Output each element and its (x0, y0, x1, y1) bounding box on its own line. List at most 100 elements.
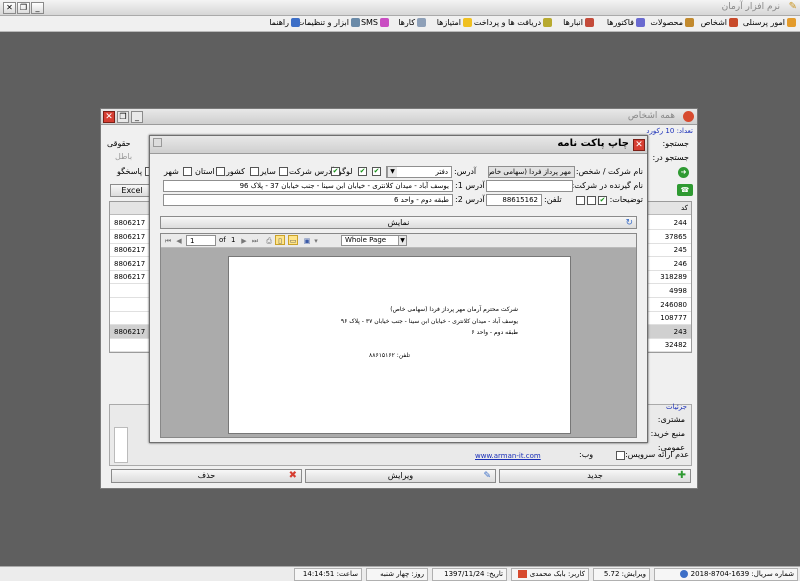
phone-field[interactable]: 88615162 (486, 194, 542, 206)
print-icon[interactable]: ⎙ (264, 236, 274, 246)
menu-label: اشخاص (700, 18, 727, 27)
menu-sms[interactable]: SMS (361, 18, 389, 27)
main-menu-bar: امور پرسنلی اشخاص محصولات فاکتورها انبار… (0, 16, 800, 32)
user-icon (517, 570, 527, 578)
no-service-checkbox[interactable] (616, 451, 625, 460)
people-close-button[interactable]: ✕ (103, 111, 115, 123)
refresh-icon: ↻ (625, 218, 633, 228)
phone-icon[interactable]: ☎ (677, 184, 693, 196)
menu-help[interactable]: راهنما (269, 18, 300, 27)
province-checkbox[interactable] (216, 167, 225, 176)
zoom-chevron-icon[interactable]: ▼ (398, 236, 406, 245)
province-label: استان (195, 167, 215, 176)
phone-cell: 8806217 (114, 327, 146, 336)
company-field[interactable]: مهر پرداز فردا (سهامی خاص) (488, 166, 575, 178)
menu-payments[interactable]: دریافت ها و پرداخت ها (465, 18, 552, 27)
prev-page-icon[interactable]: ◀ (174, 236, 184, 246)
menu-label: امور پرسنلی (742, 18, 785, 27)
minimize-window-button[interactable]: _ (31, 2, 44, 14)
envelope-dialog: چاپ پاکت نامه ✕ نام شرکت / شخص: مهر پردا… (149, 135, 648, 443)
menu-people[interactable]: اشخاص (701, 18, 738, 27)
edit-label: ویرایش (387, 471, 414, 480)
menu-warehouses[interactable]: انبارها (563, 18, 594, 27)
phone-cell: 8806217 (114, 219, 146, 227)
zoom-value: Whole Page (345, 236, 387, 244)
code-cell: 108777 (660, 314, 687, 323)
code-cell: 245 (673, 246, 687, 255)
envelope-dialog-title-bar: چاپ پاکت نامه ✕ (150, 136, 647, 154)
people-restore-button[interactable]: ❐ (117, 111, 129, 123)
search-in-label: جستجو در: (652, 153, 689, 162)
logo-label: لوگو (338, 167, 353, 176)
website-link[interactable]: www.arman-it.com (475, 452, 541, 460)
web-label: وب: (579, 450, 594, 459)
restore-window-button[interactable]: ❐ (17, 2, 30, 14)
other-checkbox[interactable] (279, 167, 288, 176)
notes-checkbox-1[interactable]: ✔ (598, 196, 607, 205)
responder-label: پاسخگو (117, 167, 143, 176)
show-button[interactable]: نمایش ↻ (160, 216, 637, 229)
notes-checkbox-2[interactable] (587, 196, 596, 205)
phone-cell: 8806217 (114, 273, 146, 282)
app-title: نرم افزار آرمان (721, 2, 780, 12)
day-text: روز: چهار شنبه (380, 570, 424, 578)
notes-checkbox-3[interactable] (576, 196, 585, 205)
help-icon (291, 18, 300, 27)
delete-button[interactable]: حذف ✖ (111, 469, 302, 483)
address2-field[interactable]: طبقه دوم - واحد 6 (163, 194, 453, 206)
page-total-label: 1 (231, 236, 236, 244)
envelope-close-button[interactable]: ✕ (633, 139, 645, 151)
report-viewer: ⏮ ◀ 1 of 1 ▶ ⏭ ⎙ ▯ ▭ ▣ ▾ Whole Page ▼ شر… (160, 233, 637, 438)
zoom-select[interactable]: Whole Page ▼ (341, 235, 407, 246)
last-page-icon[interactable]: ⏭ (250, 236, 260, 246)
chevron-down-icon[interactable]: ▼ (387, 167, 397, 177)
notes-scrollbar[interactable] (114, 427, 128, 463)
recipient-field[interactable] (486, 180, 573, 192)
city-checkbox[interactable] (183, 167, 192, 176)
next-page-icon[interactable]: ▶ (239, 236, 249, 246)
page-setup-icon[interactable]: ▭ (288, 235, 298, 245)
address-checkbox[interactable]: ✔ (372, 167, 381, 176)
menu-label: ابزار و تنظیمات (296, 18, 349, 27)
date-status: تاریخ: 1397/11/24 (432, 568, 507, 581)
new-button[interactable]: جدید ✚ (499, 469, 691, 483)
address-type-select[interactable]: دفتر ▼ (386, 166, 452, 178)
go-icon[interactable]: ➜ (678, 167, 689, 178)
code-cell: 244 (673, 219, 687, 227)
export-dropdown-icon[interactable]: ▾ (311, 236, 321, 246)
serial-text: شماره سریال: 1639-8704-2018 (690, 570, 794, 578)
edit-button[interactable]: ویرایش ✎ (305, 469, 496, 483)
user-status: کاربر: بابک محمدی (511, 568, 589, 581)
source-label: منبع خرید: (650, 429, 685, 438)
menu-label: SMS (360, 18, 378, 27)
menu-points[interactable]: امتیازها (437, 18, 472, 27)
no-service-label: عدم ارائه سرویس: (625, 450, 689, 459)
code-cell: 246080 (660, 300, 687, 309)
legal-label: حقوقی (107, 139, 131, 148)
people-minimize-button[interactable]: _ (131, 111, 143, 123)
personnel-icon (787, 18, 796, 27)
menu-products[interactable]: محصولات (650, 18, 694, 27)
logo-checkbox[interactable]: ✔ (358, 167, 367, 176)
company-address-checkbox[interactable]: ✔ (331, 167, 340, 176)
people-icon (729, 18, 738, 27)
menu-tasks[interactable]: کارها (398, 18, 426, 27)
page-input[interactable]: 1 (186, 235, 216, 246)
delete-icon: ✖ (288, 470, 297, 481)
menu-personnel[interactable]: امور پرسنلی (743, 18, 796, 27)
close-window-button[interactable]: ✕ (3, 2, 16, 14)
serial-icon (679, 570, 688, 578)
sms-icon (380, 18, 389, 27)
serial-status: شماره سریال: 1639-8704-2018 (654, 568, 798, 581)
address1-field[interactable]: یوسف آباد - میدان کلانتری - خیابان ابن س… (163, 180, 453, 192)
menu-tools[interactable]: ابزار و تنظیمات (297, 18, 360, 27)
menu-label: فاکتورها (606, 18, 634, 27)
page-layout-icon[interactable]: ▯ (275, 235, 285, 245)
menu-invoices[interactable]: فاکتورها (607, 18, 645, 27)
country-checkbox[interactable] (250, 167, 259, 176)
show-label: نمایش (387, 218, 410, 227)
envelope-preview-page: شرکت محترم آرمان مهر پرداز فردا (سهامی خ… (228, 256, 571, 434)
excel-button[interactable]: Excel (110, 184, 154, 197)
first-page-icon[interactable]: ⏮ (163, 236, 173, 246)
phone-column-header (110, 202, 154, 215)
